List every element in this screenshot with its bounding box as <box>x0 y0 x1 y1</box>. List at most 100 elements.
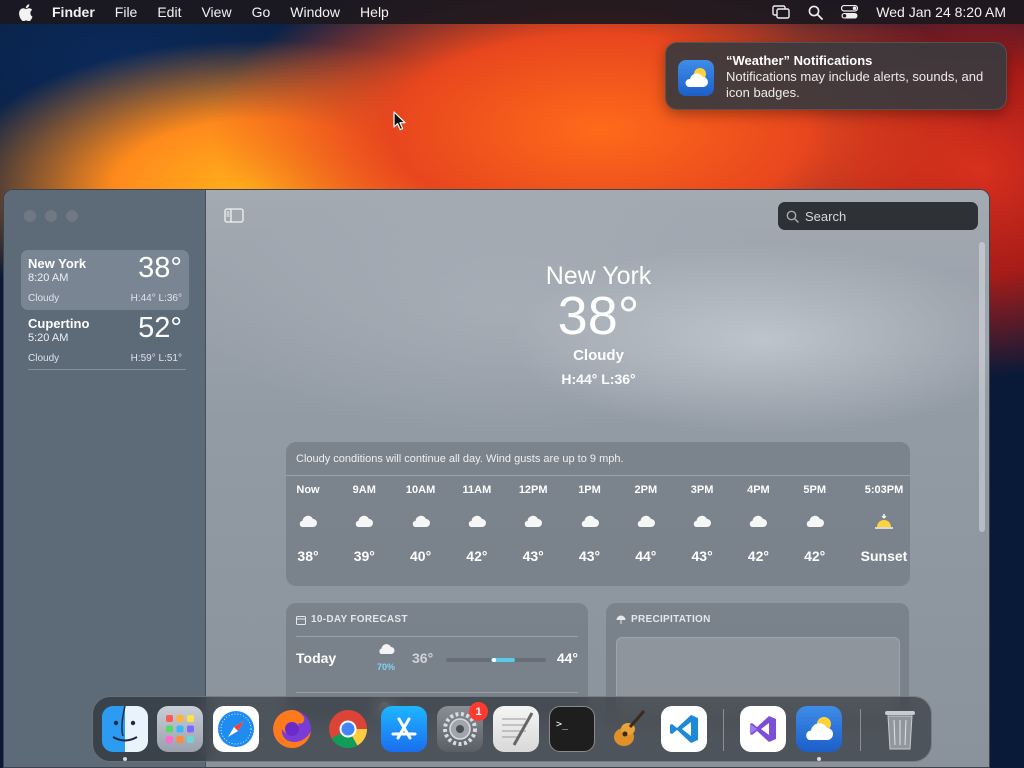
hourly-column: 11AM 42° <box>452 484 502 564</box>
forecast-low: 36° <box>412 650 434 666</box>
menu-clock[interactable]: Wed Jan 24 8:20 AM <box>876 4 1006 20</box>
locations-sidebar: New York 8:20 AM 38° Cloudy H:44° L:36° … <box>4 190 206 767</box>
spotlight-search-icon[interactable] <box>808 5 824 20</box>
apple-menu-icon[interactable] <box>18 3 38 21</box>
forecast-title-text: 10-DAY FORECAST <box>311 614 408 625</box>
running-indicator <box>123 757 127 761</box>
mouse-cursor-icon <box>393 111 407 136</box>
minimize-window-button[interactable] <box>45 210 57 222</box>
location-card-new-york[interactable]: New York 8:20 AM 38° Cloudy H:44° L:36° <box>21 250 189 310</box>
hour-temp: 44° <box>635 548 657 564</box>
launchpad-icon[interactable] <box>157 706 203 752</box>
safari-icon[interactable] <box>213 706 259 752</box>
notification-badge: 1 <box>469 702 488 721</box>
rain-cloud-icon <box>379 644 395 654</box>
window-controls <box>24 210 78 222</box>
zoom-window-button[interactable] <box>66 210 78 222</box>
forecast-title: 10-DAY FORECAST <box>296 614 408 625</box>
hour-label: 5:03PM <box>864 484 904 496</box>
hour-label: 10AM <box>405 484 436 496</box>
cloud-icon <box>677 502 727 542</box>
hour-temp: 42° <box>747 548 769 564</box>
hour-temp: 38° <box>297 548 319 564</box>
current-condition: Cloudy <box>573 347 624 364</box>
current-high-low: H:44° L:36° <box>561 371 636 387</box>
hour-label: 1PM <box>578 484 601 496</box>
control-center-icon[interactable] <box>841 5 859 19</box>
calendar-icon <box>296 615 306 625</box>
menu-file[interactable]: File <box>115 4 138 20</box>
cloud-icon <box>396 502 446 542</box>
menu-window[interactable]: Window <box>290 4 340 20</box>
search-field[interactable]: Search <box>778 202 978 230</box>
hour-temp: 42° <box>466 548 488 564</box>
finder-icon[interactable] <box>102 706 148 752</box>
hourly-forecast-panel: Cloudy conditions will continue all day.… <box>286 442 910 586</box>
sunset-icon <box>854 502 914 542</box>
scrollbar[interactable] <box>979 242 985 532</box>
hour-temp: 43° <box>522 548 544 564</box>
current-temp-marker <box>492 658 496 662</box>
weather-icon[interactable] <box>796 706 842 752</box>
panel-divider <box>296 692 578 693</box>
hour-temp: 43° <box>578 548 601 564</box>
menu-go[interactable]: Go <box>252 4 271 20</box>
weather-app-icon <box>678 60 714 96</box>
location-city: New York <box>28 256 87 271</box>
precipitation-title: PRECIPITATION <box>616 614 711 625</box>
hourly-summary: Cloudy conditions will continue all day.… <box>296 453 624 465</box>
screen-mirroring-icon[interactable] <box>772 5 790 19</box>
textedit-icon[interactable] <box>493 706 539 752</box>
hour-label: 11AM <box>462 484 492 496</box>
menu-bar: Finder File Edit View Go Window Help Wed… <box>0 0 1024 24</box>
running-indicator <box>817 757 821 761</box>
sidebar-toggle-icon[interactable] <box>224 208 244 228</box>
hour-temp: 43° <box>691 548 713 564</box>
hourly-column: 5PM 42° <box>790 484 840 564</box>
visual-studio-icon[interactable] <box>740 706 786 752</box>
current-temperature: 38° <box>557 286 640 346</box>
hour-label: 3PM <box>690 484 714 496</box>
hourly-column: 10AM 40° <box>396 484 446 564</box>
hour-label: 4PM <box>747 484 770 496</box>
cloud-icon <box>508 502 558 542</box>
dock: 1 >_ <box>92 696 932 762</box>
dock-separator <box>723 709 724 751</box>
location-time: 8:20 AM <box>28 272 69 284</box>
hour-temp: 42° <box>804 548 826 564</box>
hourly-column: 9AM 39° <box>339 484 389 564</box>
app-store-icon[interactable] <box>381 706 427 752</box>
hour-label: 12PM <box>518 484 548 496</box>
hour-label: 9AM <box>352 484 376 496</box>
location-temp: 38° <box>138 252 182 284</box>
location-city: Cupertino <box>28 316 90 331</box>
dock-separator <box>860 709 861 751</box>
location-time: 5:20 AM <box>28 332 69 344</box>
close-window-button[interactable] <box>24 210 36 222</box>
hour-label: 2PM <box>634 484 658 496</box>
precipitation-title-text: PRECIPITATION <box>631 614 711 625</box>
weather-notification[interactable]: “Weather” Notifications Notifications ma… <box>665 42 1007 110</box>
sidebar-divider <box>28 369 186 370</box>
notification-title: “Weather” Notifications <box>726 53 873 68</box>
hour-label: 5PM <box>803 484 826 496</box>
terminal-icon[interactable]: >_ <box>549 706 595 752</box>
menu-view[interactable]: View <box>201 4 231 20</box>
trash-icon[interactable] <box>877 706 923 752</box>
panel-divider <box>296 636 578 637</box>
menu-help[interactable]: Help <box>360 4 389 20</box>
hour-temp: Sunset <box>860 548 908 564</box>
firefox-icon[interactable] <box>269 706 315 752</box>
hour-temp: 40° <box>410 548 432 564</box>
location-card-cupertino[interactable]: Cupertino 5:20 AM 52° Cloudy H:59° L:51° <box>21 310 189 370</box>
hourly-column: 1PM 43° <box>565 484 615 564</box>
vscode-icon[interactable] <box>661 706 707 752</box>
menu-edit[interactable]: Edit <box>157 4 181 20</box>
hourly-column: 2PM 44° <box>621 484 671 564</box>
forecast-day-icon: 70% <box>373 643 399 672</box>
garageband-icon[interactable] <box>605 706 651 752</box>
notification-body: Notifications may include alerts, sounds… <box>726 69 984 100</box>
chrome-icon[interactable] <box>325 706 371 752</box>
precip-chance: 70% <box>376 662 395 672</box>
menu-app-name[interactable]: Finder <box>52 4 95 20</box>
